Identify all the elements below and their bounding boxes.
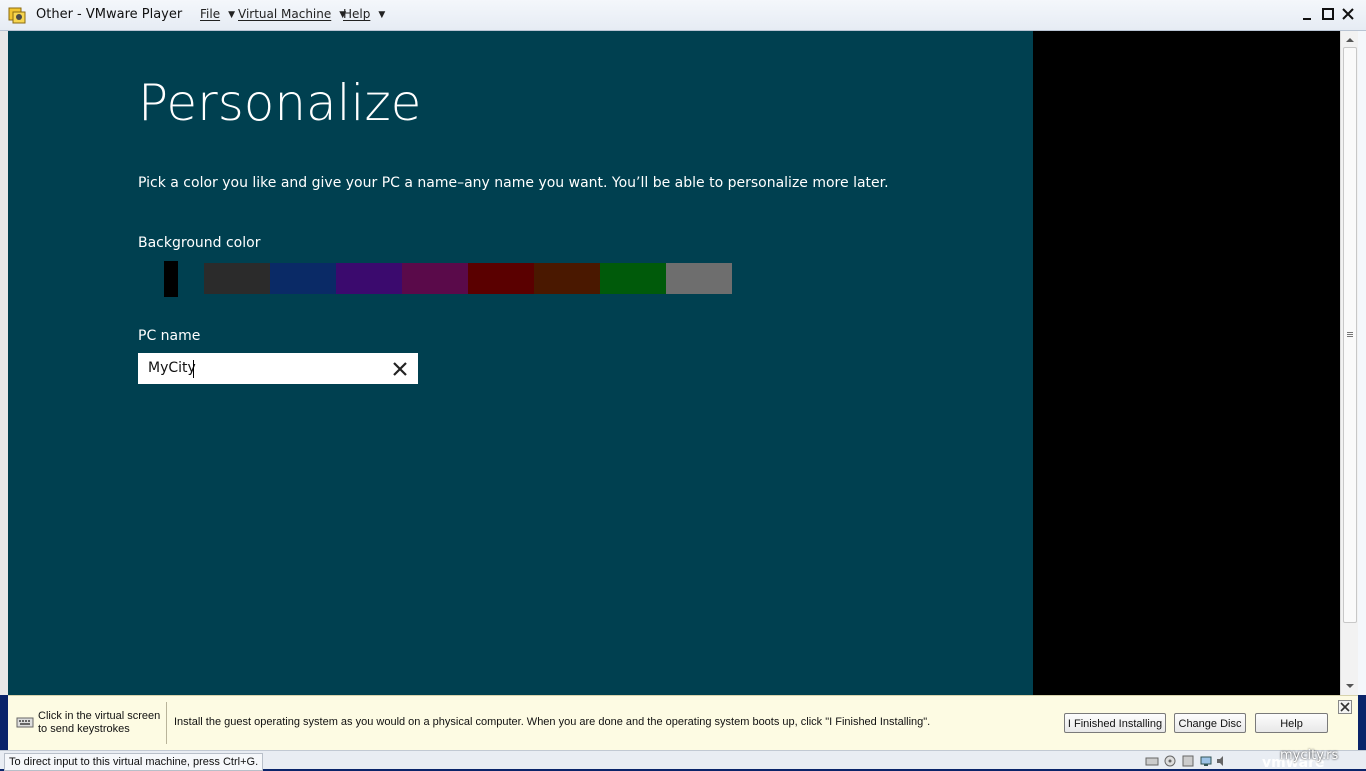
color-swatch[interactable] [600,263,666,294]
color-swatch[interactable] [336,263,402,294]
menu-virtual-machine[interactable]: Virtual Machine ▼ [238,7,346,21]
hard-disk-icon[interactable] [1145,755,1159,767]
network-icon[interactable] [1199,755,1213,767]
menu-help[interactable]: Help ▼ [343,7,385,21]
page-title: Personalize [138,74,422,132]
floppy-icon[interactable] [1181,755,1195,767]
background-color-label: Background color [138,235,261,251]
cd-drive-icon[interactable] [1163,755,1177,767]
keystroke-hint: Click in the virtual screen to send keys… [38,710,166,736]
menu-virtual-machine-label: Virtual Machine [238,7,332,21]
finished-installing-button[interactable]: I Finished Installing [1064,713,1166,733]
menu-file[interactable]: File ▼ [200,7,235,21]
menu-file-label: File [200,7,221,21]
text-caret [193,360,194,378]
window-title: Other - VMware Player [36,7,183,22]
window-border [1358,31,1366,695]
scroll-up-arrow-icon[interactable] [1345,35,1355,45]
color-swatch[interactable] [534,263,600,294]
status-bar: To direct input to this virtual machine,… [0,750,1366,771]
chevron-down-icon: ▼ [378,10,386,20]
grip-icon [1347,332,1353,337]
minimize-icon[interactable] [1300,6,1316,22]
watermark: mycity.rs [1280,748,1339,763]
menu-help-label: Help [343,7,371,21]
install-hint-bar: Click in the virtual screen to send keys… [8,695,1358,750]
color-swatch[interactable] [666,263,732,294]
vertical-scrollbar[interactable] [1340,31,1359,695]
chevron-down-icon: ▼ [228,10,236,20]
background-color-picker[interactable] [138,261,732,297]
pc-name-field[interactable]: MyCity [138,353,418,384]
vmware-player-icon [8,7,26,24]
color-swatch[interactable] [138,261,204,297]
change-disc-button[interactable]: Change Disc [1174,713,1246,733]
maximize-icon[interactable] [1320,6,1336,22]
color-slider-thumb[interactable] [164,261,178,297]
window-titlebar: Other - VMware Player File ▼ Virtual Mach… [0,0,1366,31]
close-icon[interactable] [1340,6,1356,22]
keystroke-hint-line2: to send keystrokes [38,723,130,735]
scroll-down-arrow-icon[interactable] [1345,681,1355,691]
help-button[interactable]: Help [1255,713,1328,733]
color-swatch[interactable] [468,263,534,294]
page-description: Pick a color you like and give your PC a… [138,175,889,191]
virtual-screen-unused-area [1033,31,1340,695]
divider [166,702,167,744]
sound-icon[interactable] [1215,755,1229,767]
pc-name-value: MyCity [148,360,196,376]
keyboard-icon [16,717,34,728]
keystroke-hint-line1: Click in the virtual screen [38,710,161,722]
close-icon[interactable] [1338,700,1352,714]
close-icon[interactable] [392,361,408,377]
pc-name-label: PC name [138,328,201,344]
device-icons [1143,753,1243,769]
status-text: To direct input to this virtual machine,… [4,753,264,771]
color-swatch[interactable] [204,263,270,294]
color-swatch[interactable] [402,263,468,294]
color-swatch[interactable] [270,263,336,294]
install-instructions: Install the guest operating system as yo… [174,716,931,728]
scrollbar-thumb[interactable] [1343,47,1357,623]
